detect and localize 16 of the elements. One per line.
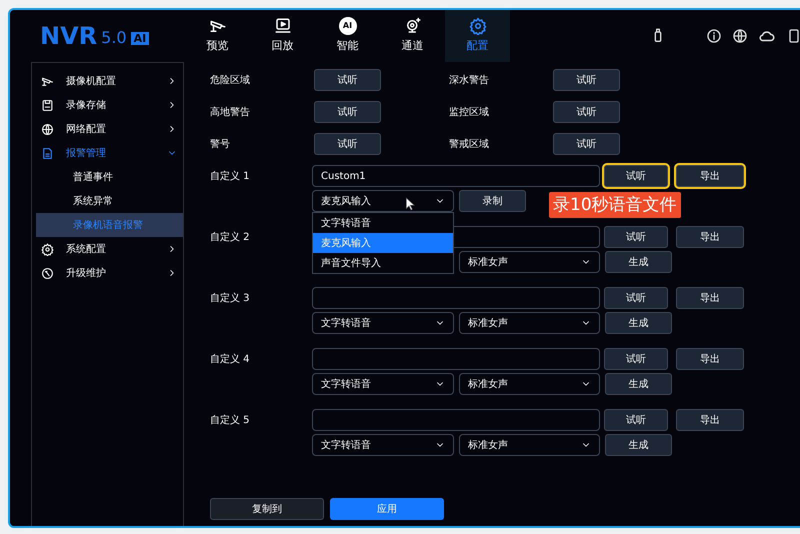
custom-label: 自定义 2 [210,230,251,245]
preset-label: 警戒区域 [449,138,490,152]
annotation-label: 录10秒语音文件 [549,192,681,218]
ai-badge: AI [130,32,150,44]
preset-label: 警号 [210,138,231,152]
custom-label: 自定义 1 [210,170,251,184]
logo-text: NVR [40,21,98,52]
preset-label: 深水警告 [449,74,490,88]
preset-label: 监控区域 [449,106,490,120]
preset-label: 危险区域 [210,74,251,88]
custom-label: 自定义 4 [210,352,251,367]
custom-label: 自定义 3 [210,292,251,306]
version-text: 5.0 [101,27,127,49]
preset-label: 高地警告 [210,106,251,120]
custom-label: 自定义 5 [210,414,251,428]
ai-icon: AI [338,17,356,36]
